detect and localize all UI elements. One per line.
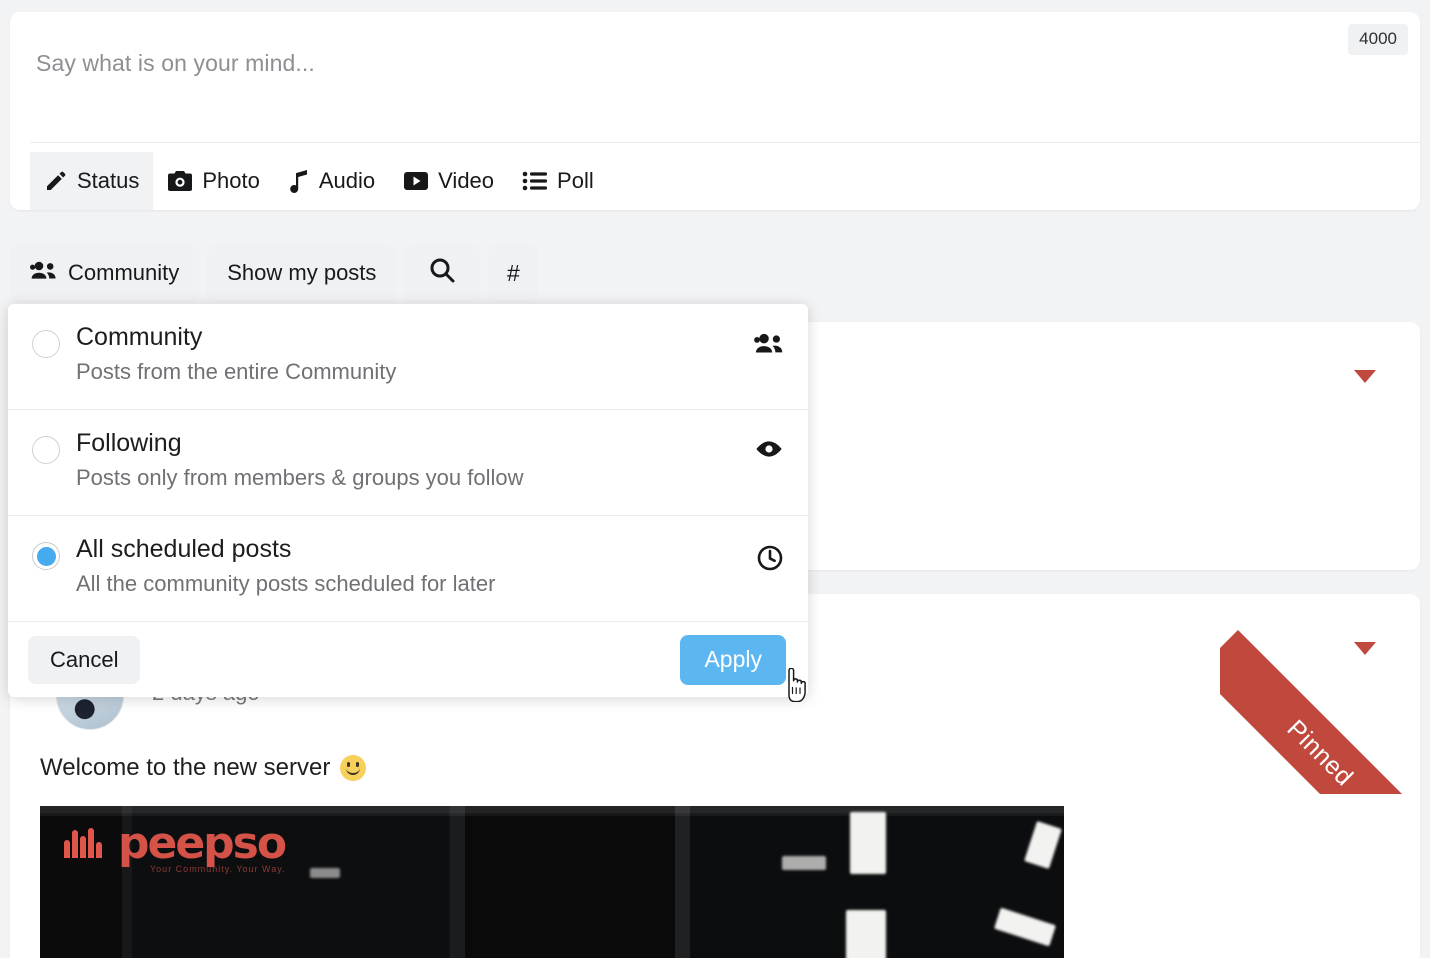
pinned-ribbon: Pinned bbox=[1220, 594, 1420, 794]
tab-poll[interactable]: Poll bbox=[508, 152, 608, 210]
hashtag-button[interactable]: # bbox=[488, 245, 539, 301]
tab-poll-label: Poll bbox=[557, 168, 594, 193]
post-body-label: Welcome to the new server bbox=[40, 754, 331, 781]
tab-audio[interactable]: Audio bbox=[274, 152, 389, 210]
camera-icon bbox=[167, 169, 193, 193]
pinned-ribbon-label: Pinned bbox=[1220, 630, 1420, 794]
divider bbox=[30, 142, 1420, 143]
page-root: rovements! Pinned Welcome to the new ser… bbox=[0, 0, 1430, 958]
search-button[interactable] bbox=[404, 245, 481, 301]
post-body-text: Welcome to the new server bbox=[40, 754, 367, 782]
dropdown-option-following[interactable]: Following Posts only from members & grou… bbox=[8, 410, 808, 516]
users-icon bbox=[754, 332, 784, 354]
stream-filter-dropdown: Community Posts from the entire Communit… bbox=[8, 304, 808, 697]
cancel-button[interactable]: Cancel bbox=[28, 635, 141, 684]
hashtag-label: # bbox=[507, 259, 520, 286]
eye-icon bbox=[754, 438, 784, 460]
option-description: All the community posts scheduled for la… bbox=[76, 571, 496, 597]
composer-input-placeholder[interactable]: Say what is on your mind... bbox=[36, 50, 315, 77]
option-description: Posts from the entire Community bbox=[76, 359, 397, 385]
dropdown-option-all-scheduled-posts[interactable]: All scheduled posts All the community po… bbox=[8, 516, 808, 622]
search-icon bbox=[428, 256, 456, 290]
caret-down-icon[interactable] bbox=[1354, 642, 1376, 655]
option-title: All scheduled posts bbox=[76, 535, 292, 563]
show-my-posts-label: Show my posts bbox=[227, 260, 377, 285]
clock-icon bbox=[756, 544, 784, 572]
slightly-smiling-face-icon bbox=[340, 755, 367, 781]
tab-photo[interactable]: Photo bbox=[153, 152, 274, 210]
option-title: Community bbox=[76, 323, 203, 351]
tab-photo-label: Photo bbox=[202, 168, 260, 193]
stream-filter-button[interactable]: Community bbox=[10, 245, 200, 301]
option-title: Following bbox=[76, 429, 182, 457]
play-icon bbox=[403, 170, 429, 192]
pencil-icon bbox=[44, 169, 68, 193]
dropdown-option-community[interactable]: Community Posts from the entire Communit… bbox=[8, 304, 808, 410]
tab-video[interactable]: Video bbox=[389, 152, 508, 210]
option-description: Posts only from members & groups you fol… bbox=[76, 465, 524, 491]
tab-status[interactable]: Status bbox=[30, 152, 154, 210]
composer-tabs: Status Photo Audio Video Poll bbox=[30, 152, 608, 210]
apply-button[interactable]: Apply bbox=[680, 634, 786, 685]
tab-status-label: Status bbox=[77, 168, 140, 193]
users-icon bbox=[30, 260, 57, 286]
show-my-posts-button[interactable]: Show my posts bbox=[207, 245, 397, 301]
filter-bar: Community Show my posts # bbox=[10, 245, 539, 301]
dropdown-footer: Cancel Apply bbox=[8, 622, 808, 697]
list-icon bbox=[522, 170, 548, 192]
radio-following[interactable] bbox=[32, 436, 60, 464]
peepso-tagline: Your Community. Your Way. bbox=[150, 864, 286, 874]
tab-video-label: Video bbox=[438, 168, 495, 193]
peepso-logo: peepso bbox=[118, 818, 287, 869]
peepso-mark-icon bbox=[64, 828, 102, 858]
radio-community[interactable] bbox=[32, 330, 60, 358]
caret-down-icon[interactable] bbox=[1354, 370, 1376, 383]
music-note-icon bbox=[288, 169, 310, 193]
tab-audio-label: Audio bbox=[318, 168, 376, 193]
post-image: peepso Your Community. Your Way. bbox=[40, 806, 1064, 958]
post-composer: Say what is on your mind... 4000 Status bbox=[10, 12, 1420, 210]
stream-filter-label: Community bbox=[68, 260, 180, 285]
character-counter: 4000 bbox=[1348, 24, 1408, 55]
radio-all-scheduled-posts[interactable] bbox=[32, 542, 60, 570]
